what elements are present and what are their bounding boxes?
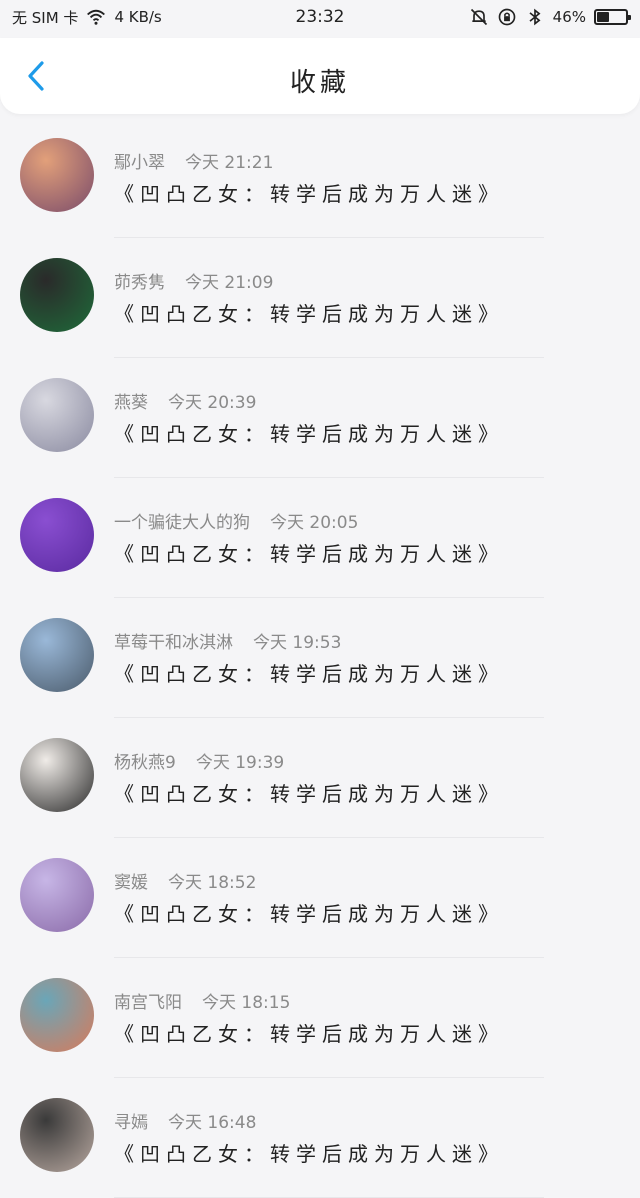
user-name: 燕葵 xyxy=(114,393,148,413)
book-title: 《凹凸乙女：转学后成为万人迷》 xyxy=(114,1142,504,1166)
user-name: 草莓干和冰淇淋 xyxy=(114,633,233,653)
avatar[interactable] xyxy=(20,138,94,212)
item-time: 今天 18:52 xyxy=(168,873,257,893)
battery-icon xyxy=(594,9,631,25)
book-title: 《凹凸乙女：转学后成为万人迷》 xyxy=(114,542,504,566)
book-title: 《凹凸乙女：转学后成为万人迷》 xyxy=(114,1022,504,1046)
bluetooth-icon xyxy=(529,8,541,26)
carrier-text: 无 SIM 卡 xyxy=(12,8,79,27)
user-name: 一个骗徒大人的狗 xyxy=(114,513,250,533)
mute-bell-icon xyxy=(470,8,487,26)
item-time: 今天 18:15 xyxy=(202,993,291,1013)
item-meta: 窦媛 今天 18:52 xyxy=(114,868,256,893)
item-meta: 南宫飞阳 今天 18:15 xyxy=(114,988,290,1013)
rotation-lock-icon xyxy=(498,8,515,26)
book-title: 《凹凸乙女：转学后成为万人迷》 xyxy=(114,782,504,806)
list-item[interactable]: 燕葵 今天 20:39 《凹凸乙女：转学后成为万人迷》 xyxy=(0,358,640,478)
item-time: 今天 19:53 xyxy=(253,633,342,653)
user-name: 杨秋燕9 xyxy=(114,753,176,773)
book-title: 《凹凸乙女：转学后成为万人迷》 xyxy=(114,422,504,446)
favorites-list: 鄢小翠 今天 21:21 《凹凸乙女：转学后成为万人迷》 茆秀隽 今天 21:09 … xyxy=(0,118,640,1198)
book-title: 《凹凸乙女：转学后成为万人迷》 xyxy=(114,902,504,926)
avatar[interactable] xyxy=(20,858,94,932)
avatar[interactable] xyxy=(20,618,94,692)
network-speed-text: 4 KB/s xyxy=(114,8,162,26)
item-time: 今天 20:05 xyxy=(270,513,359,533)
status-bar: 无 SIM 卡 4 KB/s 23:32 46% xyxy=(0,0,640,34)
list-item[interactable]: 草莓干和冰淇淋 今天 19:53 《凹凸乙女：转学后成为万人迷》 xyxy=(0,598,640,718)
book-title: 《凹凸乙女：转学后成为万人迷》 xyxy=(114,302,504,326)
item-meta: 杨秋燕9 今天 19:39 xyxy=(114,748,284,773)
avatar[interactable] xyxy=(20,498,94,572)
item-meta: 鄢小翠 今天 21:21 xyxy=(114,148,273,173)
list-item[interactable]: 南宫飞阳 今天 18:15 《凹凸乙女：转学后成为万人迷》 xyxy=(0,958,640,1078)
status-right: 46% xyxy=(469,7,631,27)
page-title: 收藏 xyxy=(289,68,350,98)
item-time: 今天 20:39 xyxy=(168,393,257,413)
item-time: 今天 16:48 xyxy=(168,1113,257,1133)
avatar[interactable] xyxy=(20,378,94,452)
battery-percent-text: 46% xyxy=(552,8,586,26)
list-item[interactable]: 鄢小翠 今天 21:21 《凹凸乙女：转学后成为万人迷》 xyxy=(0,118,640,238)
wifi-icon xyxy=(87,9,106,25)
list-item[interactable]: 茆秀隽 今天 21:09 《凹凸乙女：转学后成为万人迷》 xyxy=(0,238,640,358)
user-name: 茆秀隽 xyxy=(114,273,165,293)
header-bar: 收藏 xyxy=(0,38,640,114)
avatar[interactable] xyxy=(20,1098,94,1172)
avatar[interactable] xyxy=(20,738,94,812)
item-meta: 寻嫣 今天 16:48 xyxy=(114,1108,256,1133)
list-item[interactable]: 一个骗徒大人的狗 今天 20:05 《凹凸乙女：转学后成为万人迷》 xyxy=(0,478,640,598)
user-name: 寻嫣 xyxy=(114,1113,148,1133)
item-meta: 茆秀隽 今天 21:09 xyxy=(114,268,273,293)
item-time: 今天 21:21 xyxy=(185,153,274,173)
book-title: 《凹凸乙女：转学后成为万人迷》 xyxy=(114,662,504,686)
user-name: 窦媛 xyxy=(114,873,148,893)
user-name: 南宫飞阳 xyxy=(114,993,182,1013)
avatar[interactable] xyxy=(20,978,94,1052)
book-title: 《凹凸乙女：转学后成为万人迷》 xyxy=(114,182,504,206)
item-time: 今天 21:09 xyxy=(185,273,274,293)
list-item[interactable]: 寻嫣 今天 16:48 《凹凸乙女：转学后成为万人迷》 xyxy=(0,1078,640,1198)
list-item[interactable]: 窦媛 今天 18:52 《凹凸乙女：转学后成为万人迷》 xyxy=(0,838,640,958)
list-item[interactable]: 杨秋燕9 今天 19:39 《凹凸乙女：转学后成为万人迷》 xyxy=(0,718,640,838)
item-meta: 草莓干和冰淇淋 今天 19:53 xyxy=(114,628,341,653)
item-meta: 一个骗徒大人的狗 今天 20:05 xyxy=(114,508,358,533)
battery-level xyxy=(597,12,609,22)
item-time: 今天 19:39 xyxy=(195,753,285,773)
avatar[interactable] xyxy=(20,258,94,332)
item-meta: 燕葵 今天 20:39 xyxy=(114,388,256,413)
status-left: 无 SIM 卡 4 KB/s xyxy=(12,7,162,28)
user-name: 鄢小翠 xyxy=(114,153,165,173)
